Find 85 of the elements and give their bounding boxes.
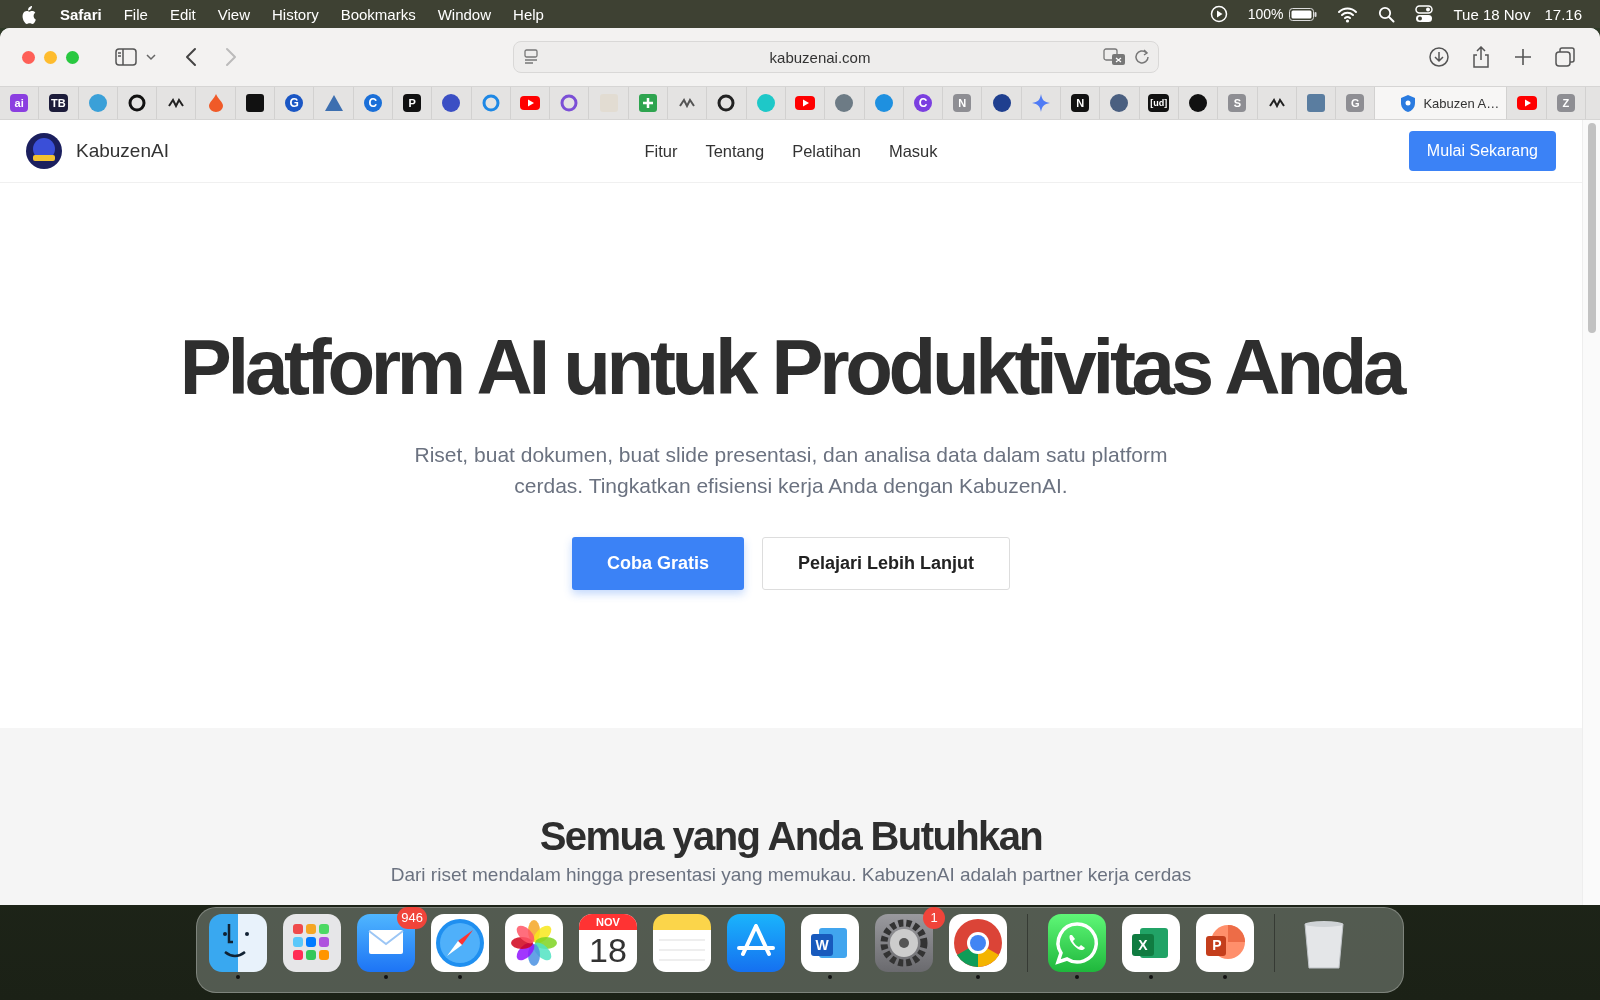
section-heading: Semua yang Anda Butuhkan	[539, 814, 1043, 858]
play-circle-icon	[1209, 5, 1228, 23]
brand-name[interactable]: KabuzenAI	[76, 140, 169, 162]
presentation-app-icon[interactable]: P	[1196, 914, 1254, 972]
compass-app-icon[interactable]	[431, 914, 489, 972]
try-free-button[interactable]: Coba Gratis	[571, 536, 744, 590]
translate-icon	[1102, 48, 1126, 66]
learn-more-button[interactable]: Pelajari Lebih Lanjut	[762, 536, 1011, 590]
favicon-letter: N	[1071, 94, 1090, 112]
menu-item[interactable]: Help	[513, 5, 544, 23]
menu-item[interactable]: Edit	[169, 5, 196, 23]
calendar-month: NOV	[579, 914, 637, 930]
section-subtitle: Dari riset mendalam hingga presentasi yang memukau. KabuzenAI adalah partner kerja cerdas	[390, 864, 1192, 886]
nav-link[interactable]: Fitur	[644, 141, 678, 161]
menu-item[interactable]: Bookmarks	[340, 5, 416, 23]
favicon-letter: S	[1228, 94, 1247, 112]
notification-badge: 1	[923, 907, 945, 929]
menu-item[interactable]: File	[123, 5, 148, 23]
url-text-field[interactable]: kabuzenai.com	[537, 47, 1103, 67]
favicon-letter: TB	[49, 94, 68, 112]
tab-overview-button[interactable]	[1552, 44, 1578, 70]
face-app-icon[interactable]	[209, 914, 267, 972]
battery-icon	[1289, 7, 1318, 21]
favicon-letter: C	[363, 94, 382, 112]
letter-a-app-icon[interactable]	[727, 914, 785, 972]
tab[interactable]: G	[275, 87, 315, 119]
gear-app-icon[interactable]	[875, 914, 933, 972]
chevron-right-icon	[225, 47, 237, 67]
menu-item[interactable]: View	[217, 5, 250, 23]
tab[interactable]: TB	[39, 87, 79, 119]
tab[interactable]: Kabuzen A…	[1375, 87, 1508, 119]
apple-logo-icon	[20, 4, 38, 24]
ring-app-icon[interactable]	[949, 914, 1007, 972]
tab[interactable]: [ud]	[1139, 87, 1179, 119]
flower-app-icon[interactable]	[505, 914, 563, 972]
calendar-day: 18	[589, 930, 627, 970]
favicon-letter: [ud]	[1148, 94, 1170, 112]
plus-icon	[1514, 48, 1532, 66]
caret-icon	[146, 53, 156, 61]
nav-link[interactable]: Tentang	[705, 141, 765, 161]
hero-heading: Platform AI untuk Produktivitas Anda	[179, 325, 1403, 411]
calendar-app-icon[interactable]: NOV 18	[579, 914, 637, 972]
tab[interactable]: C	[353, 87, 393, 119]
search-icon	[1378, 5, 1396, 23]
favicon-letter: Z	[1556, 94, 1575, 112]
share-icon	[1472, 46, 1490, 68]
notepad-app-icon[interactable]	[653, 914, 711, 972]
favicon-letter: C	[913, 94, 932, 112]
download-icon	[1429, 47, 1449, 67]
overlapping-squares-icon	[1555, 47, 1575, 67]
get-started-button[interactable]: Mulai Sekarang	[1408, 131, 1556, 171]
address-bar[interactable]: kabuzenai.com	[512, 41, 1159, 73]
nav-link[interactable]: Pelatihan	[792, 141, 861, 161]
favicon-letter: N	[953, 94, 972, 112]
sidebar-icon	[115, 48, 137, 66]
app-menu[interactable]: Safari	[60, 5, 102, 23]
favicon-letter: G	[1346, 94, 1365, 112]
logo-icon	[26, 133, 62, 169]
page-menu-icon	[523, 49, 538, 65]
scrollbar-thumb[interactable]	[1587, 123, 1596, 333]
notification-badge: 946	[397, 907, 427, 929]
toggles-icon	[1415, 5, 1434, 23]
downloads-button[interactable]	[1426, 44, 1452, 70]
nav-link[interactable]: Masuk	[888, 141, 938, 161]
clock-text: 17.16	[1544, 5, 1582, 23]
menu-item[interactable]: Window	[437, 5, 492, 23]
chevron-left-icon	[185, 47, 197, 67]
menu-item[interactable]: History	[272, 5, 319, 23]
favicon-letter: ai	[10, 94, 29, 112]
reload-icon	[1133, 49, 1150, 65]
tab[interactable]: C	[903, 87, 944, 119]
phone-bubble-app-icon[interactable]	[1048, 914, 1106, 972]
favicon-letter: P	[403, 94, 422, 112]
battery-percentage: 100%	[1247, 6, 1284, 22]
tab[interactable]: N	[1061, 87, 1101, 119]
grid-app-icon[interactable]	[283, 914, 341, 972]
date-text: Tue 18 Nov	[1453, 5, 1531, 23]
hero-subtitle: Riset, buat dokumen, buat slide presentasi, dan analisa data dalam satu platform cerdas. Tingkatkan efisiensi kerja Anda dengan KabuzenAI.	[413, 441, 1169, 499]
spreadsheet-app-icon[interactable]: X	[1122, 914, 1180, 972]
wifi-icon	[1337, 5, 1359, 23]
document-app-icon[interactable]: W	[801, 914, 859, 972]
close-window-button[interactable]	[22, 50, 35, 64]
tab[interactable]: ai	[0, 87, 40, 119]
favicon-letter: G	[285, 94, 304, 112]
tab[interactable]: P	[392, 87, 433, 119]
